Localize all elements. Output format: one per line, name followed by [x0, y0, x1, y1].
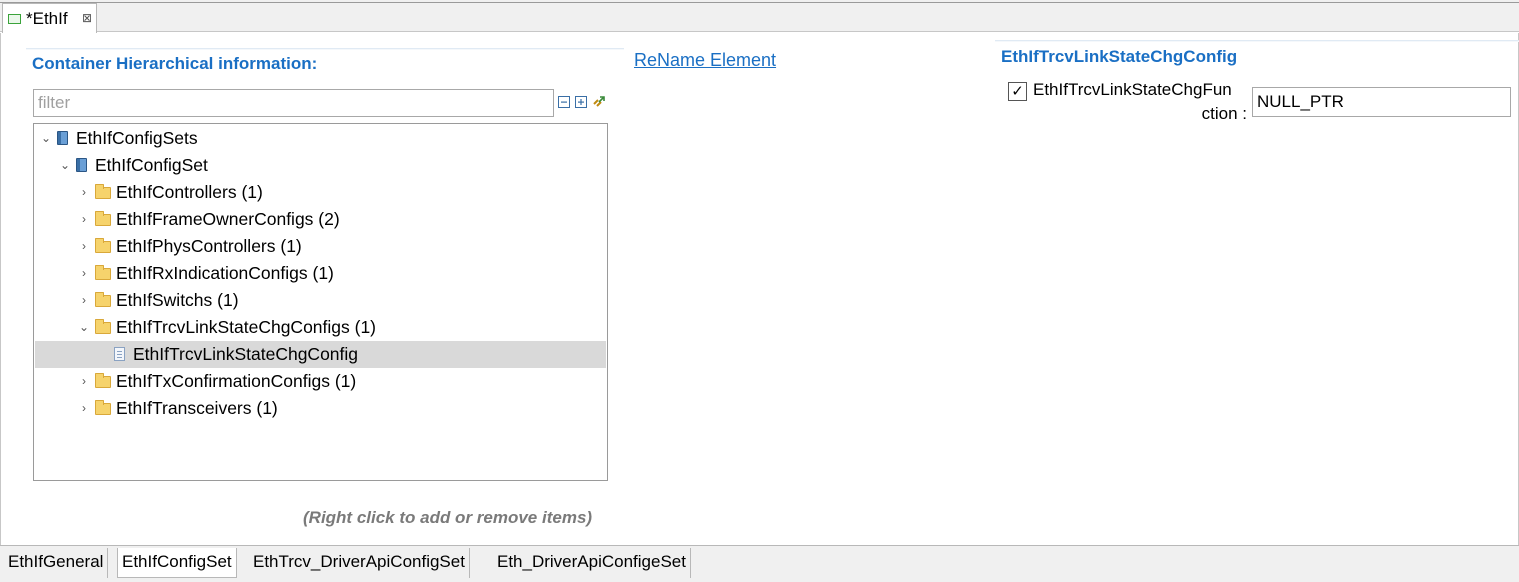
tree-item-label: EthIfConfigSet	[95, 155, 208, 175]
container-hierarchy-title: Container Hierarchical information:	[32, 54, 318, 73]
function-param-label-line1: EthIfTrcvLinkStateChgFun	[1033, 80, 1232, 99]
tab-bar-top-border	[0, 2, 1519, 3]
folder-icon	[95, 292, 111, 307]
folder-icon	[95, 184, 111, 199]
collapsed-arrow-icon[interactable]: ›	[78, 233, 90, 260]
tab-eth-driver-api-confige-set[interactable]: Eth_DriverApiConfigeSet	[493, 548, 691, 578]
folder-icon	[95, 265, 111, 280]
collapsed-arrow-icon[interactable]: ›	[78, 206, 90, 233]
tab-ethif-general[interactable]: EthIfGeneral	[4, 548, 109, 578]
editor-tab-ethif[interactable]: *EthIf ⊠	[2, 3, 97, 33]
expanded-arrow-icon[interactable]: ⌄	[78, 314, 90, 341]
parameter-section-title: EthIfTrcvLinkStateChgConfig	[1001, 47, 1238, 66]
folder-icon	[95, 238, 111, 253]
right-click-hint: (Right click to add or remove items)	[303, 508, 593, 527]
link-with-editor-icon[interactable]	[592, 94, 607, 109]
file-icon	[8, 14, 21, 24]
function-enable-checkbox[interactable]: ✓	[1008, 82, 1027, 101]
function-value-input[interactable]	[1253, 88, 1510, 116]
tree-item[interactable]: ⌄ EthIfConfigSets	[35, 125, 606, 152]
tree-item[interactable]: › EthIfPhysControllers (1)	[35, 233, 606, 260]
tree-item-label: EthIfTransceivers (1)	[116, 398, 278, 418]
expand-all-icon[interactable]	[575, 96, 587, 108]
folder-icon	[95, 400, 111, 415]
collapsed-arrow-icon[interactable]: ›	[78, 260, 90, 287]
collapsed-arrow-icon[interactable]: ›	[78, 395, 90, 422]
check-icon: ✓	[1011, 82, 1024, 100]
tree-item-label: EthIfTrcvLinkStateChgConfig	[133, 344, 359, 364]
tree-item[interactable]: › EthIfTxConfirmationConfigs (1)	[35, 368, 606, 395]
tree-item[interactable]: › EthIfControllers (1)	[35, 179, 606, 206]
book-icon	[76, 158, 87, 172]
tree-item-label: EthIfTxConfirmationConfigs (1)	[116, 371, 357, 391]
filter-input[interactable]	[34, 90, 553, 116]
tree-item[interactable]: › EthIfTransceivers (1)	[35, 395, 606, 422]
collapsed-arrow-icon[interactable]: ›	[78, 368, 90, 395]
collapse-all-icon[interactable]	[558, 96, 570, 108]
container-tree[interactable]: ⌄ EthIfConfigSets ⌄ EthIfConfigSet › EthIfCon…	[33, 123, 608, 481]
collapsed-arrow-icon[interactable]: ›	[78, 179, 90, 206]
function-param-label-line2: ction :	[1201, 104, 1247, 123]
expanded-arrow-icon[interactable]: ⌄	[59, 152, 71, 179]
tree-item-label: EthIfTrcvLinkStateChgConfigs (1)	[116, 317, 377, 337]
parameter-section-line	[995, 40, 1519, 42]
folder-icon	[95, 211, 111, 226]
page-tab-bar: EthIfGeneral EthIfConfigSet EthTrcv_Driv…	[0, 545, 1519, 582]
folder-icon	[95, 319, 111, 334]
function-param-label: EthIfTrcvLinkStateChgFun ction :	[1033, 78, 1251, 126]
tab-ethif-config-set[interactable]: EthIfConfigSet	[117, 548, 237, 578]
tree-item[interactable]: › EthIfRxIndicationConfigs (1)	[35, 260, 606, 287]
folder-icon	[95, 373, 111, 388]
collapsed-arrow-icon[interactable]: ›	[78, 287, 90, 314]
tree-item-label: EthIfControllers (1)	[116, 182, 263, 202]
editor-tab-bar: *EthIf ⊠	[0, 0, 1519, 33]
editor-tab-title: *EthIf	[26, 9, 68, 28]
tree-item-label: EthIfPhysControllers (1)	[116, 236, 302, 256]
document-icon	[114, 347, 125, 361]
expanded-arrow-icon[interactable]: ⌄	[40, 125, 52, 152]
tree-item[interactable]: ⌄ EthIfConfigSet	[35, 152, 606, 179]
tree-item-label: EthIfSwitchs (1)	[116, 290, 239, 310]
book-icon	[57, 131, 68, 145]
tree-item-label: EthIfRxIndicationConfigs (1)	[116, 263, 334, 283]
tree-item[interactable]: › EthIfSwitchs (1)	[35, 287, 606, 314]
tree-item[interactable]: ⌄ EthIfTrcvLinkStateChgConfigs (1)	[35, 314, 606, 341]
function-value-field[interactable]	[1252, 87, 1511, 117]
tab-ethtrcv-driver-api-config-set[interactable]: EthTrcv_DriverApiConfigSet	[249, 548, 470, 578]
close-icon[interactable]: ⊠	[82, 11, 92, 25]
filter-field[interactable]	[33, 89, 554, 117]
section-header-line	[26, 48, 624, 50]
rename-element-link[interactable]: ReName Element	[634, 50, 776, 71]
tree-item[interactable]: EthIfTrcvLinkStateChgConfig	[35, 341, 606, 368]
tree-item-label: EthIfFrameOwnerConfigs (2)	[116, 209, 340, 229]
tree-item-label: EthIfConfigSets	[76, 128, 198, 148]
tree-item[interactable]: › EthIfFrameOwnerConfigs (2)	[35, 206, 606, 233]
